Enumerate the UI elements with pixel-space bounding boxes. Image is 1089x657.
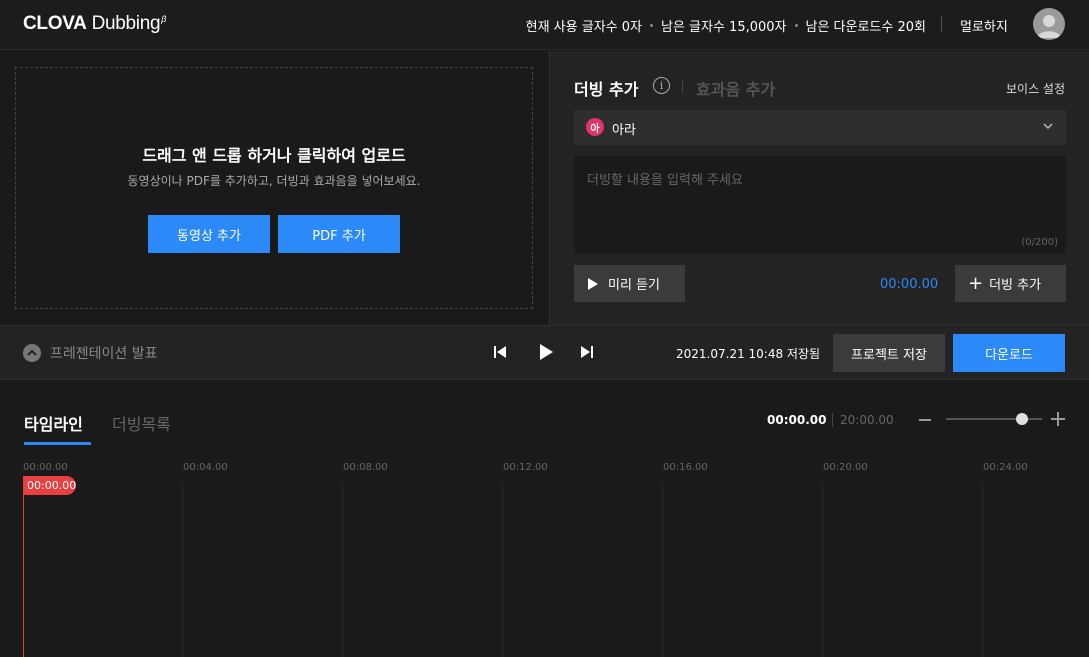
- tab-add-dubbing[interactable]: 더빙 추가: [574, 76, 638, 100]
- timeline-panel: 타임라인 더빙목록 00:00.00 20:00.00 00:00.00 00:0…: [0, 381, 1089, 657]
- voice-name: 아라: [612, 123, 636, 138]
- ruler-tick-label: 00:08.00: [343, 462, 388, 473]
- app-header: CLOVA Dubbingβ 현재 사용 글자수 0자 남은 글자수 15,00…: [0, 0, 1089, 50]
- app-logo[interactable]: CLOVA Dubbingβ: [23, 13, 166, 35]
- zoom-in-icon[interactable]: [1051, 412, 1065, 426]
- add-pdf-button[interactable]: PDF 추가: [278, 215, 400, 253]
- plus-icon: +: [968, 272, 984, 294]
- stat-current-chars: 현재 사용 글자수 0자: [525, 20, 642, 35]
- project-title: 프레젠테이션 발표: [50, 346, 158, 362]
- ruler-gridline: [502, 484, 503, 657]
- ruler-tick-label: 00:24.00: [983, 462, 1028, 473]
- playback-control-bar: 프레젠테이션 발표 2021.07.21 10:48 저장됨 프로젝트 저장 다…: [0, 325, 1089, 380]
- dubbing-text-placeholder: 더빙할 내용을 입력해 주세요: [587, 173, 743, 188]
- upload-title: 드래그 앤 드롭 하거나 클릭하여 업로드: [142, 146, 406, 165]
- download-button[interactable]: 다운로드: [953, 334, 1065, 372]
- ruler-gridline: [982, 484, 983, 657]
- ruler-gridline: [822, 484, 823, 657]
- chevron-up-icon: [27, 349, 37, 356]
- ruler-tick-label: 00:12.00: [503, 462, 548, 473]
- separator-dot: [794, 24, 798, 27]
- current-time: 00:00.00: [767, 413, 827, 427]
- stat-remaining-downloads: 남은 다운로드수 20회: [805, 20, 927, 35]
- upload-dropzone[interactable]: 드래그 앤 드롭 하거나 클릭하여 업로드 동영상이나 PDF를 추가하고, 더…: [15, 67, 533, 309]
- zoom-slider-handle[interactable]: [1015, 413, 1028, 425]
- user-icon: [1037, 15, 1061, 38]
- ruler-gridline: [662, 484, 663, 657]
- ruler-tick-label: 00:04.00: [183, 462, 228, 473]
- info-icon[interactable]: i: [653, 77, 670, 94]
- upload-subtitle: 동영상이나 PDF를 추가하고, 더빙과 효과음을 넣어보세요.: [127, 174, 421, 188]
- add-dubbing-button[interactable]: + 더빙 추가: [955, 265, 1066, 302]
- tab-divider: [682, 79, 683, 93]
- play-icon: [588, 277, 598, 290]
- dubbing-panel: 더빙 추가 i 효과음 추가 보이스 설정 아 아라 더빙할 내용을 입력해 주…: [549, 51, 1089, 325]
- char-counter: (0/200): [1021, 237, 1058, 248]
- voice-settings-link[interactable]: 보이스 설정: [1006, 80, 1065, 97]
- playhead-line[interactable]: [23, 477, 24, 657]
- preview-button[interactable]: 미리 듣기: [574, 265, 685, 302]
- ruler-gridline: [342, 484, 343, 657]
- ruler-tick-label: 00:20.00: [823, 462, 868, 473]
- dubbing-text-input[interactable]: 더빙할 내용을 입력해 주세요 (0/200): [574, 156, 1066, 254]
- chevron-down-icon: [1043, 123, 1053, 130]
- voice-avatar-badge: 아: [586, 118, 604, 136]
- ruler-tick-label: 00:00.00: [23, 462, 68, 473]
- dubbing-duration: 00:00.00: [880, 277, 939, 292]
- zoom-out-icon[interactable]: [919, 419, 931, 421]
- total-time: 20:00.00: [840, 413, 894, 427]
- avatar[interactable]: [1033, 8, 1065, 40]
- playhead-time-badge[interactable]: 00:00.00: [23, 476, 76, 495]
- active-tab-indicator: [24, 442, 91, 445]
- collapse-icon[interactable]: [23, 344, 41, 362]
- header-divider: [941, 16, 942, 32]
- ruler-gridline: [182, 484, 183, 657]
- tab-dubbing-list[interactable]: 더빙목록: [112, 411, 171, 435]
- save-status: 2021.07.21 10:48 저장됨: [676, 347, 821, 361]
- upload-panel: 드래그 앤 드롭 하거나 클릭하여 업로드 동영상이나 PDF를 추가하고, 더…: [0, 51, 549, 325]
- separator-dot: [649, 24, 653, 27]
- skip-next-icon[interactable]: [579, 344, 595, 360]
- play-icon[interactable]: [536, 342, 556, 362]
- voice-select[interactable]: 아 아라: [574, 110, 1066, 145]
- user-name-link[interactable]: 멀로하지: [960, 16, 1008, 35]
- save-project-button[interactable]: 프로젝트 저장: [833, 334, 945, 372]
- stat-remaining-chars: 남은 글자수 15,000자: [660, 20, 787, 35]
- usage-stats: 현재 사용 글자수 0자 남은 글자수 15,000자 남은 다운로드수 20회: [526, 16, 926, 35]
- time-divider: [832, 413, 833, 427]
- ruler-tick-label: 00:16.00: [663, 462, 708, 473]
- skip-previous-icon[interactable]: [492, 344, 508, 360]
- add-video-button[interactable]: 동영상 추가: [148, 215, 270, 253]
- tab-timeline[interactable]: 타임라인: [24, 411, 83, 435]
- tab-add-sound-effect[interactable]: 효과음 추가: [696, 76, 775, 100]
